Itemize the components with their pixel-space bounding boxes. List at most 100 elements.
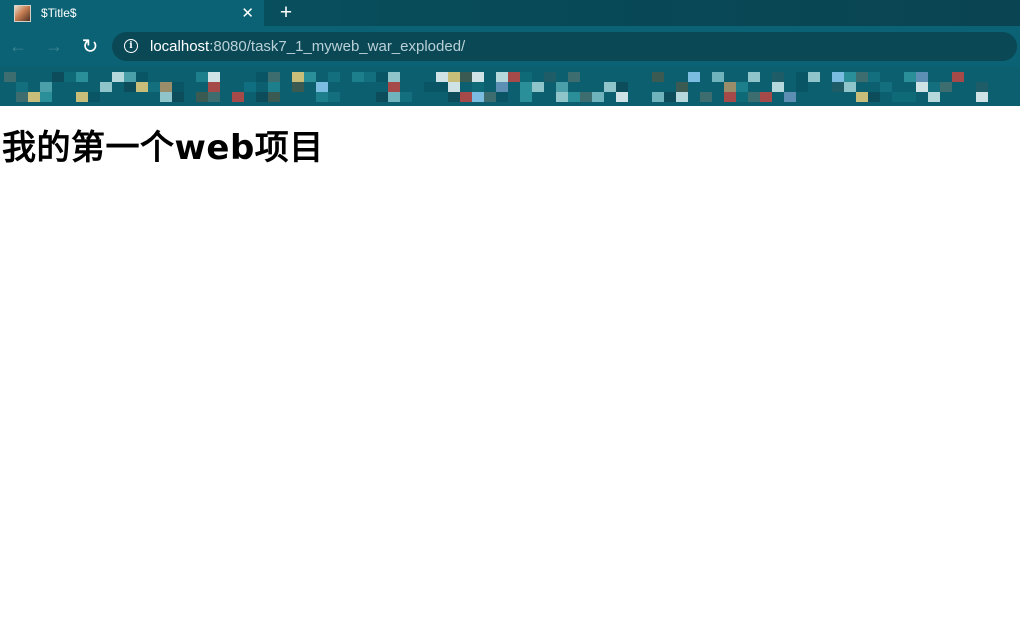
bookmark-pixel (676, 92, 688, 102)
bookmark-pixel (784, 92, 796, 102)
new-tab-button[interactable]: + (270, 0, 302, 26)
bookmark-pixel (208, 82, 220, 92)
bookmark-pixel (208, 92, 220, 102)
bookmark-pixel (508, 72, 520, 82)
bookmark-pixel (268, 82, 280, 92)
bookmark-pixel (436, 82, 448, 92)
bookmark-pixel (328, 92, 340, 102)
url-text[interactable]: localhost:8080/task7_1_myweb_war_explode… (150, 38, 465, 55)
info-icon[interactable]: i (124, 39, 138, 53)
bookmark-pixel (328, 72, 340, 82)
bookmark-pixel (928, 82, 940, 92)
bookmark-pixel (316, 92, 328, 102)
bookmark-pixel (724, 92, 736, 102)
toolbar: ← → ↻ i localhost:8080/task7_1_myweb_war… (0, 26, 1020, 66)
bookmark-pixel (364, 72, 376, 82)
bookmark-pixel (880, 82, 892, 92)
bookmark-pixel (484, 92, 496, 102)
bookmark-pixel (316, 82, 328, 92)
bookmark-pixel (496, 92, 508, 102)
bookmark-pixel (460, 92, 472, 102)
bookmark-pixel (148, 82, 160, 92)
bookmark-pixel (196, 92, 208, 102)
close-icon[interactable]: ✕ (241, 6, 254, 21)
bookmark-pixel (940, 82, 952, 92)
bookmark-pixel (544, 72, 556, 82)
forward-arrow-icon: → (45, 35, 63, 56)
bookmark-pixel (292, 82, 304, 92)
bookmark-pixel (556, 92, 568, 102)
bookmark-pixel (772, 72, 784, 82)
bookmark-pixel (868, 72, 880, 82)
bookmark-pixel (472, 72, 484, 82)
bookmark-pixel (748, 92, 760, 102)
bookmark-pixel (460, 72, 472, 82)
url-path: :8080/task7_1_myweb_war_exploded/ (209, 37, 466, 55)
bookmark-pixel (520, 82, 532, 92)
bookmark-pixel (832, 72, 844, 82)
forward-button[interactable]: → (38, 30, 70, 62)
bookmark-pixel (100, 82, 112, 92)
bookmark-pixel (88, 92, 100, 102)
bookmark-pixel (436, 72, 448, 82)
bookmark-pixel (928, 92, 940, 102)
bookmark-pixel (580, 92, 592, 102)
back-button[interactable]: ← (2, 30, 34, 62)
bookmark-pixel (136, 82, 148, 92)
bookmark-pixel (952, 72, 964, 82)
bookmark-pixel (472, 92, 484, 102)
bookmark-pixel (652, 72, 664, 82)
bookmark-pixel (76, 92, 88, 102)
bookmark-pixel (76, 72, 88, 82)
bookmark-pixel (352, 72, 364, 82)
bookmark-pixel (700, 92, 712, 102)
bookmark-pixel (40, 82, 52, 92)
bookmark-pixel (28, 92, 40, 102)
bookmark-pixel (4, 72, 16, 82)
bookmark-pixel (448, 82, 460, 92)
bookmark-pixel (16, 82, 28, 92)
bookmark-pixel (16, 92, 28, 102)
bookmark-pixel (376, 92, 388, 102)
bookmark-pixel (388, 92, 400, 102)
bookmark-pixel (196, 72, 208, 82)
reload-icon: ↻ (81, 35, 99, 58)
browser-chrome: $Title$ ✕ + ← → ↻ i localhost:8080/task7… (0, 0, 1020, 106)
bookmark-pixel (160, 92, 172, 102)
bookmark-pixel (724, 82, 736, 92)
bookmark-pixel (856, 72, 868, 82)
bookmark-pixel (904, 72, 916, 82)
bookmark-pixel (208, 72, 220, 82)
url-host: localhost (150, 37, 210, 55)
bookmark-pixel (916, 72, 928, 82)
bookmark-pixel (520, 72, 532, 82)
bookmark-pixel (772, 82, 784, 92)
bookmark-pixel (736, 92, 748, 102)
bookmark-pixel (556, 82, 568, 92)
bookmark-pixel (424, 82, 436, 92)
address-bar[interactable]: i localhost:8080/task7_1_myweb_war_explo… (112, 31, 1017, 61)
bookmark-pixel (976, 92, 988, 102)
bookmark-pixel (976, 82, 988, 92)
bookmark-pixel (892, 92, 904, 102)
reload-button[interactable]: ↻ (74, 30, 106, 62)
bookmark-pixel (388, 72, 400, 82)
bookmark-pixel (568, 92, 580, 102)
bookmark-pixel (448, 72, 460, 82)
bookmarks-bar-pixelated (0, 66, 1020, 106)
bookmark-pixel (244, 82, 256, 92)
bookmark-pixel (304, 72, 316, 82)
bookmark-pixel (916, 82, 928, 92)
back-arrow-icon: ← (9, 35, 27, 56)
bookmark-pixel (736, 82, 748, 92)
bookmark-pixel (676, 82, 688, 92)
bookmark-pixel (616, 92, 628, 102)
bookmark-pixel (172, 92, 184, 102)
bookmark-pixel (808, 72, 820, 82)
bookmark-pixel (712, 72, 724, 82)
bookmark-pixel (688, 72, 700, 82)
bookmark-pixel (256, 72, 268, 82)
bookmark-pixel (532, 82, 544, 92)
bookmark-pixel (796, 72, 808, 82)
tab-active[interactable]: $Title$ ✕ (0, 0, 264, 26)
